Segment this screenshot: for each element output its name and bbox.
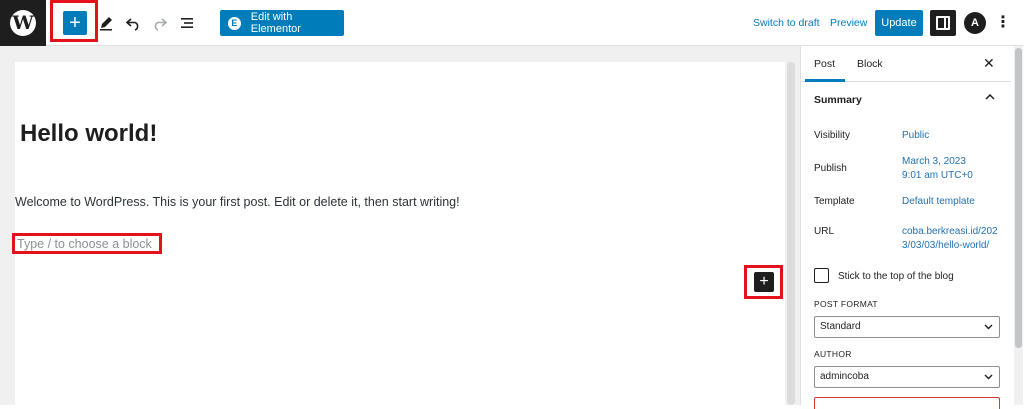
sidebar-scrollbar[interactable] <box>1014 46 1023 405</box>
close-icon[interactable]: ✕ <box>983 55 995 72</box>
publish-label: Publish <box>814 163 847 174</box>
update-button[interactable]: Update <box>875 10 923 36</box>
elementor-icon: E <box>228 16 241 30</box>
sidebar-tabs: Post Block ✕ <box>801 46 1011 82</box>
author-label: AUTHOR <box>814 349 852 359</box>
block-placeholder[interactable]: Type / to choose a block <box>17 237 152 251</box>
publish-date[interactable]: March 3, 2023 <box>902 154 966 169</box>
sticky-label: Stick to the top of the blog <box>838 271 954 282</box>
astra-settings-icon[interactable]: A <box>964 12 986 34</box>
edit-with-elementor-label: Edit with Elementor <box>250 11 301 35</box>
redo-icon[interactable] <box>148 11 172 35</box>
block-inserter-button[interactable]: + <box>754 272 774 292</box>
template-label: Template <box>814 196 855 207</box>
author-value: admincoba <box>820 371 869 382</box>
undo-icon[interactable] <box>121 11 145 35</box>
summary-panel-title[interactable]: Summary <box>814 94 862 106</box>
active-tab-indicator <box>805 79 845 82</box>
url-label: URL <box>814 226 835 237</box>
post-format-value: Standard <box>820 321 861 332</box>
url-line-2[interactable]: 3/03/03/hello-world/ <box>902 238 989 253</box>
chevron-down-icon <box>984 317 993 344</box>
post-title[interactable]: Hello world! <box>20 120 157 148</box>
publish-time[interactable]: 9:01 am UTC+0 <box>902 168 973 183</box>
editor-header: W + E Edit with Elementor Switch to draf… <box>0 0 1024 46</box>
settings-toggle-button[interactable] <box>930 10 956 36</box>
tab-post[interactable]: Post <box>814 58 835 70</box>
editor-canvas <box>15 62 785 405</box>
sticky-checkbox[interactable] <box>814 268 829 283</box>
chevron-down-icon <box>984 367 993 394</box>
chevron-up-icon[interactable] <box>985 93 995 104</box>
paragraph-block[interactable]: Welcome to WordPress. This is your first… <box>15 195 460 209</box>
add-block-button[interactable]: + <box>63 11 87 35</box>
switch-to-draft-button[interactable]: Switch to draft <box>753 17 820 29</box>
edit-with-elementor-button[interactable]: E Edit with Elementor <box>220 10 344 36</box>
wordpress-logo-button[interactable]: W <box>0 0 46 46</box>
post-format-label: POST FORMAT <box>814 299 878 309</box>
pencil-icon[interactable] <box>94 11 118 35</box>
template-value[interactable]: Default template <box>902 194 975 209</box>
next-field-partial[interactable] <box>814 397 1000 409</box>
canvas-scrollbar[interactable] <box>787 62 795 405</box>
post-format-select[interactable]: Standard <box>814 316 1000 338</box>
author-select[interactable]: admincoba <box>814 366 1000 388</box>
preview-button[interactable]: Preview <box>830 17 867 29</box>
sidebar-scrollbar-thumb[interactable] <box>1015 48 1022 348</box>
tab-block[interactable]: Block <box>857 58 883 70</box>
settings-sidebar: Post Block ✕ Summary Visibility Public P… <box>800 46 1024 409</box>
sidebar-panel-icon <box>936 16 950 30</box>
list-view-icon[interactable] <box>175 11 199 35</box>
visibility-label: Visibility <box>814 130 850 141</box>
url-line-1[interactable]: coba.berkreasi.id/202 <box>902 224 998 239</box>
wordpress-icon: W <box>10 10 36 36</box>
more-options-icon[interactable]: ⋮ <box>995 13 1011 33</box>
visibility-value[interactable]: Public <box>902 128 929 143</box>
